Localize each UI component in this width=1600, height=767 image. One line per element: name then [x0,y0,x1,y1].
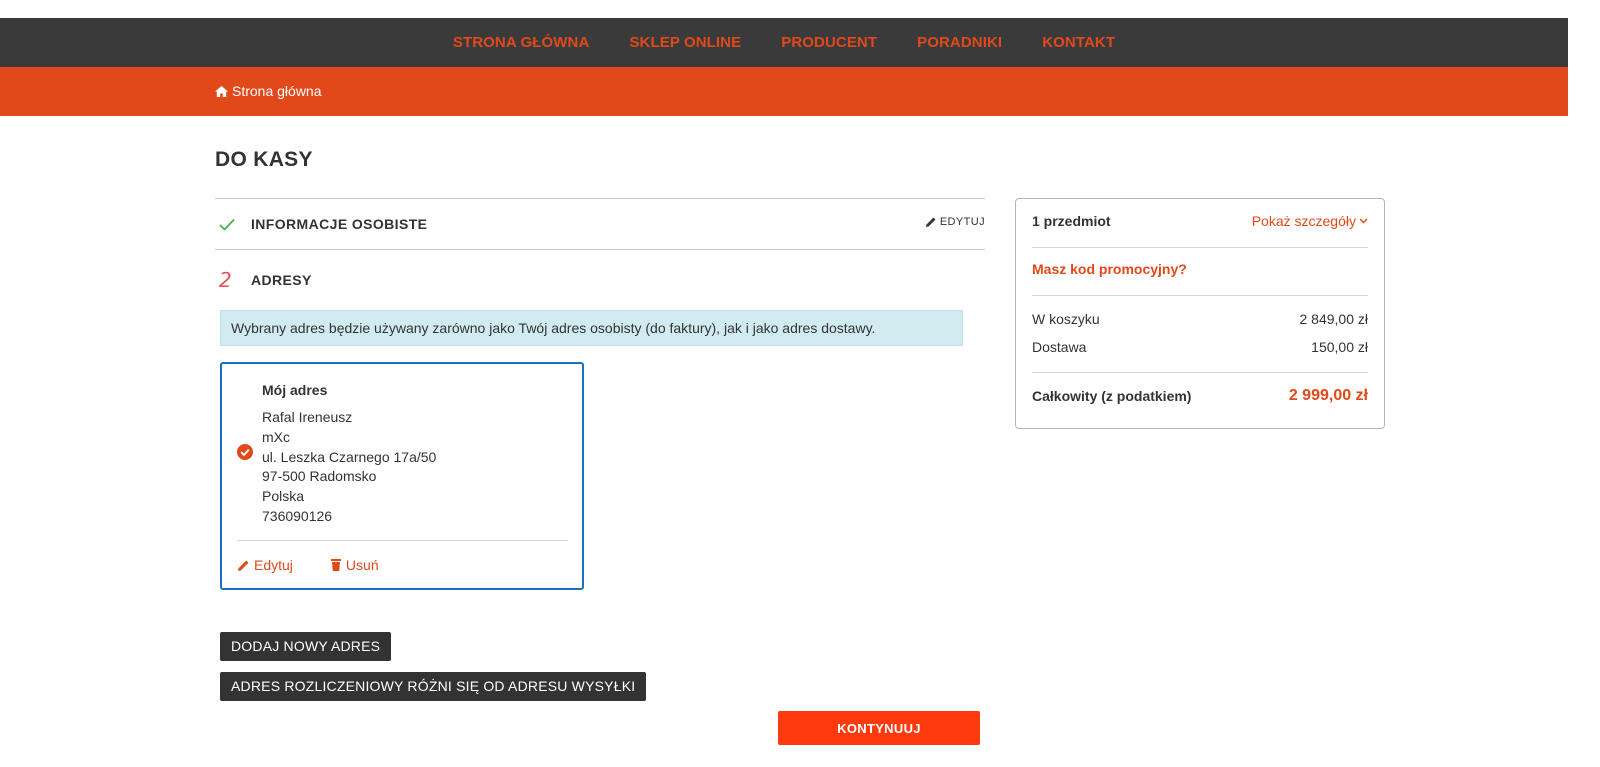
step-number: 2 [219,268,232,292]
promo-code-link[interactable]: Masz kod promocyjny? [1032,261,1187,277]
step-addresses-title: ADRESY [251,272,312,288]
page-title: DO KASY [215,148,313,171]
step-addresses: 2 ADRESY [215,250,985,310]
cart-subtotal-label: W koszyku [1032,311,1100,327]
breadcrumb-home-label[interactable]: Strona główna [232,83,322,99]
address-divider [237,540,568,541]
home-icon [215,85,228,97]
address-lines: Rafal Ireneusz mXc ul. Leszka Czarnego 1… [262,408,436,527]
nav-producer[interactable]: PRODUCENT [781,34,877,51]
nav-shop[interactable]: SKLEP ONLINE [629,34,741,51]
pencil-icon [238,560,249,571]
summary-divider [1032,295,1368,296]
step-personal-info[interactable]: INFORMACJE OSOBISTE EDYTUJ [215,198,985,250]
total-row: Całkowity (z podatkiem) 2 999,00 zł [1032,387,1368,405]
shipping-row: Dostawa 150,00 zł [1032,339,1368,355]
address-info-notice: Wybrany adres będzie używany zarówno jak… [220,310,963,346]
address-city: 97-500 Radomsko [262,468,377,485]
address-street: ul. Leszka Czarnego 17a/50 [262,448,437,465]
show-details-label[interactable]: Pokaż szczegóły [1252,213,1356,229]
continue-button[interactable]: KONTYNUUJ [778,711,980,745]
trash-icon [330,559,341,571]
shipping-label: Dostawa [1032,339,1087,355]
delete-address-label[interactable]: Usuń [346,557,379,573]
item-count: 1 przedmiot [1032,213,1111,229]
selected-check-icon [237,444,253,465]
billing-address-differs-button[interactable]: ADRES ROZLICZENIOWY RÓŻNI SIĘ OD ADRESU … [220,672,647,701]
check-icon [215,218,251,231]
address-phone: 736090126 [262,507,333,524]
address-alias: Mój adres [262,382,328,398]
breadcrumb[interactable]: Strona główna [215,83,322,99]
shipping-value: 150,00 zł [1311,339,1368,355]
nav-contact[interactable]: KONTAKT [1042,34,1115,51]
address-company: mXc [262,428,290,445]
cart-subtotal-value: 2 849,00 zł [1299,311,1369,327]
show-details-toggle[interactable]: Pokaż szczegóły [1252,213,1368,229]
edit-address-button[interactable]: Edytuj [238,557,293,573]
add-new-address-button[interactable]: DODAJ NOWY ADRES [220,632,392,661]
checkout-steps: INFORMACJE OSOBISTE EDYTUJ 2 ADRESY Wybr… [215,198,985,590]
breadcrumb-bar: Strona główna [0,67,1568,116]
address-card-selected[interactable]: Mój adres Rafal Ireneusz mXc ul. Leszka … [220,362,584,590]
edit-personal-info-button[interactable]: EDYTUJ [925,216,985,228]
cart-subtotal-row: W koszyku 2 849,00 zł [1032,311,1368,327]
address-country: Polska [262,488,305,505]
nav-home[interactable]: STRONA GŁÓWNA [453,34,590,51]
address-actions: Edytuj Usuń [238,557,417,573]
summary-divider [1032,247,1368,248]
total-value: 2 999,00 zł [1288,387,1368,404]
top-navigation: STRONA GŁÓWNA SKLEP ONLINE PRODUCENT POR… [0,18,1568,67]
address-name: Rafal Ireneusz [262,409,353,425]
pencil-icon [925,217,936,227]
edit-personal-info-label[interactable]: EDYTUJ [940,216,985,228]
summary-header: 1 przedmiot Pokaż szczegóły [1032,213,1368,229]
total-label: Całkowity (z podatkiem) [1032,388,1192,404]
promo-row: Masz kod promocyjny? [1032,261,1368,277]
nav-guides[interactable]: PORADNIKI [917,34,1002,51]
cart-summary: 1 przedmiot Pokaż szczegóły Masz kod pro… [1015,198,1385,429]
edit-address-label[interactable]: Edytuj [254,557,293,573]
delete-address-button[interactable]: Usuń [330,557,379,573]
chevron-down-icon [1359,218,1368,224]
summary-divider [1032,372,1368,373]
step-personal-title: INFORMACJE OSOBISTE [251,216,428,232]
